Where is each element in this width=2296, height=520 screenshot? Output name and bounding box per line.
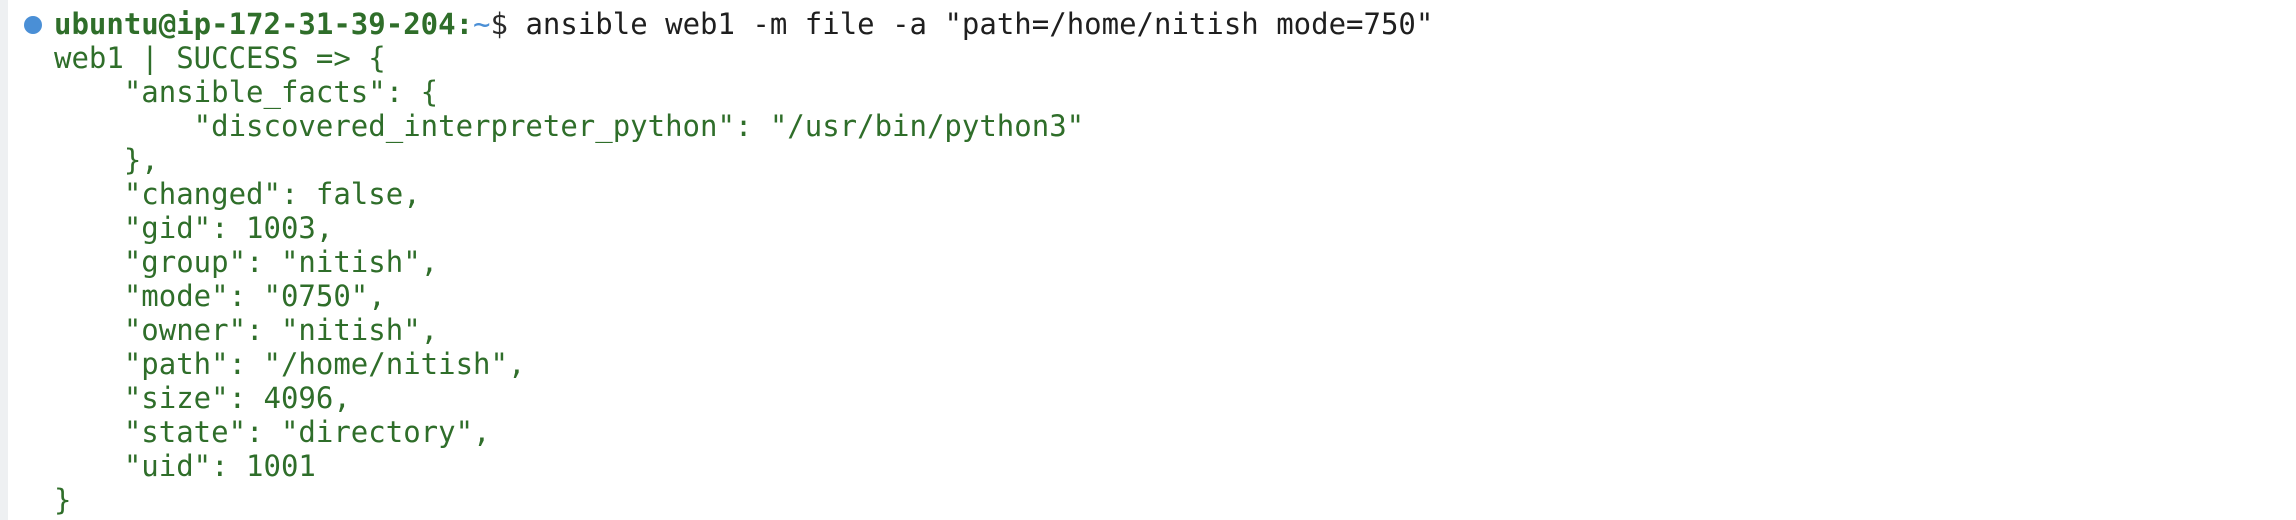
output-line: "size": 4096, — [54, 381, 351, 415]
output-line: "discovered_interpreter_python": "/usr/b… — [54, 109, 1085, 143]
output-line: "mode": "0750", — [54, 279, 386, 313]
output-line: "changed": false, — [54, 177, 421, 211]
output-line: "group": "nitish", — [54, 245, 439, 279]
output-line: "uid": 1001 — [54, 449, 316, 483]
command-text: ansible web1 -m file -a "path=/home/niti… — [507, 7, 1434, 41]
output-line: }, — [54, 143, 159, 177]
command-status-dot-icon[interactable] — [24, 16, 42, 34]
output-line: "ansible_facts": { — [54, 75, 439, 109]
output-line: } — [54, 483, 72, 517]
output-line: "path": "/home/nitish", — [54, 347, 526, 381]
prompt-symbol: $ — [490, 7, 508, 41]
output-line: "state": "directory", — [54, 415, 491, 449]
terminal-window[interactable]: ubuntu@ip-172-31-39-204:~$ ansible web1 … — [0, 0, 2296, 520]
output-line: web1 | SUCCESS => { — [54, 41, 386, 75]
output-line: "gid": 1003, — [54, 211, 334, 245]
terminal-left-edge — [0, 0, 8, 520]
output-line: "owner": "nitish", — [54, 313, 439, 347]
prompt-path: ~ — [473, 7, 491, 41]
prompt-user-host: ubuntu@ip-172-31-39-204 — [54, 7, 456, 41]
prompt-colon: : — [455, 7, 474, 41]
command-line[interactable]: ubuntu@ip-172-31-39-204:~$ ansible web1 … — [54, 7, 1433, 41]
